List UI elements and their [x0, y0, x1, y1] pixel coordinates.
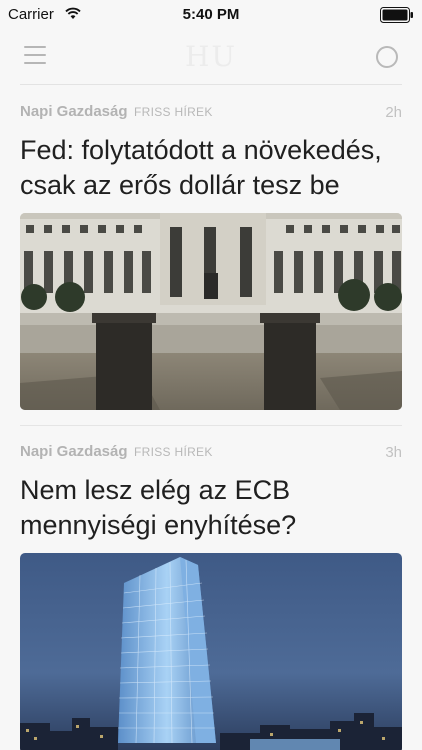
article-age: 3h	[385, 444, 402, 461]
article-card[interactable]: Napi Gazdaság FRISS HÍREK 3h Nem lesz el…	[20, 443, 402, 750]
article-category: FRISS HÍREK	[134, 445, 213, 459]
article-meta: Napi Gazdaság FRISS HÍREK 3h	[20, 443, 402, 465]
nav-bar: HU	[0, 30, 422, 85]
article-age: 2h	[385, 104, 402, 121]
status-bar: Carrier 5:40 PM	[0, 0, 422, 30]
article-card[interactable]: Napi Gazdaság FRISS HÍREK 2h Fed: folyta…	[20, 103, 402, 410]
article-meta: Napi Gazdaság FRISS HÍREK 2h	[20, 103, 402, 125]
nav-divider	[20, 84, 402, 85]
ecb-tower-night-photo[interactable]	[20, 553, 402, 750]
article-divider	[20, 425, 402, 426]
article-headline[interactable]: Nem lesz elég az ECB mennyiségi enyhítés…	[20, 473, 402, 543]
article-source: Napi Gazdaság	[20, 443, 128, 460]
status-clock: 5:40 PM	[182, 6, 240, 23]
article-headline[interactable]: Fed: folytatódott a növekedés, csak az e…	[20, 133, 402, 203]
search-circle-icon[interactable]	[376, 46, 398, 68]
article-source: Napi Gazdaság	[20, 103, 128, 120]
battery-icon	[380, 7, 413, 23]
app-logo: HU	[184, 40, 237, 73]
federal-reserve-building-photo[interactable]	[20, 213, 402, 410]
article-category: FRISS HÍREK	[134, 105, 213, 119]
